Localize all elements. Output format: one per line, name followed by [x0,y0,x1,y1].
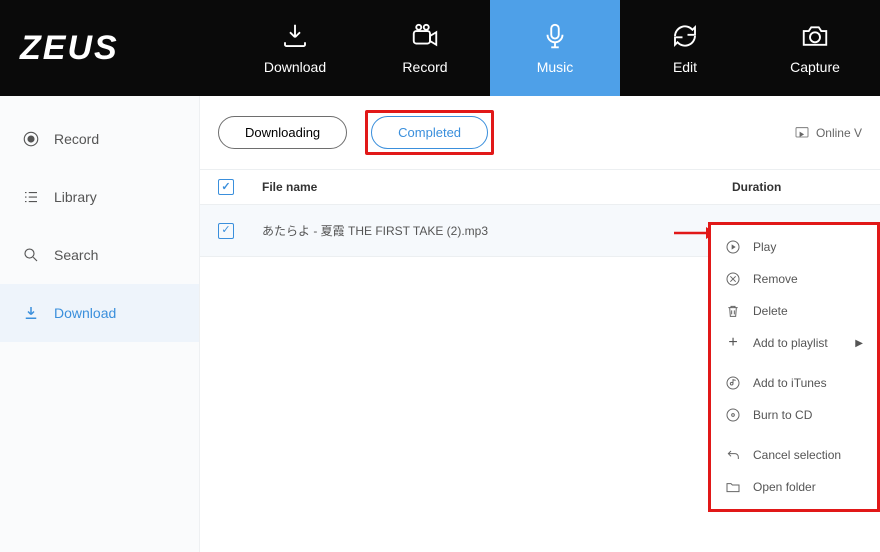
list-icon [22,188,40,206]
microphone-icon [540,21,570,51]
ctx-add-itunes[interactable]: Add to iTunes [711,367,877,399]
select-all-checkbox[interactable] [218,179,234,195]
plus-icon: + [725,335,741,351]
submenu-arrow-icon: ▶ [855,338,863,349]
column-duration[interactable]: Duration [732,180,862,194]
table-header: File name Duration [200,169,880,205]
download-arrow-icon [22,304,40,322]
ctx-add-playlist[interactable]: + Add to playlist ▶ [711,327,877,359]
play-icon [725,239,741,255]
globe-icon [794,125,810,141]
ctx-cancel-selection[interactable]: Cancel selection [711,439,877,471]
remove-icon [725,271,741,287]
online-video-button[interactable]: Online V [794,125,862,141]
refresh-icon [670,21,700,51]
ctx-burn-cd[interactable]: Burn to CD [711,399,877,431]
record-dot-icon [22,130,40,148]
annotation-completed-highlight: Completed [365,110,494,155]
ctx-delete[interactable]: Delete [711,295,877,327]
toolbar: Downloading Completed Online V [200,96,880,169]
video-camera-icon [410,21,440,51]
top-nav-bar: ZEUS Download Record Music Edit Capture [0,0,880,96]
undo-icon [725,447,741,463]
sidebar: Record Library Search Download [0,96,200,552]
app-logo: ZEUS [0,0,139,96]
row-filename: あたらよ - 夏霞 THE FIRST TAKE (2).mp3 [262,222,732,239]
cd-icon [725,407,741,423]
tab-completed[interactable]: Completed [371,116,488,149]
column-filename[interactable]: File name [262,180,732,194]
nav-music[interactable]: Music [490,0,620,96]
camera-icon [800,21,830,51]
ctx-remove[interactable]: Remove [711,263,877,295]
download-icon [280,21,310,51]
main-content: Downloading Completed Online V File name… [200,96,880,552]
sidebar-item-search[interactable]: Search [0,226,199,284]
row-checkbox[interactable] [218,223,234,239]
nav-edit[interactable]: Edit [620,0,750,96]
context-menu: Play Remove Delete + Add to playlist ▶ A… [708,222,880,512]
nav-tabs: Download Record Music Edit Capture [230,0,880,96]
sidebar-item-download[interactable]: Download [0,284,199,342]
folder-icon [725,479,741,495]
ctx-play[interactable]: Play [711,231,877,263]
itunes-icon [725,375,741,391]
sidebar-item-record[interactable]: Record [0,110,199,168]
sidebar-item-library[interactable]: Library [0,168,199,226]
tab-downloading[interactable]: Downloading [218,116,347,149]
nav-download[interactable]: Download [230,0,360,96]
ctx-open-folder[interactable]: Open folder [711,471,877,503]
trash-icon [725,303,741,319]
search-icon [22,246,40,264]
nav-capture[interactable]: Capture [750,0,880,96]
nav-record[interactable]: Record [360,0,490,96]
